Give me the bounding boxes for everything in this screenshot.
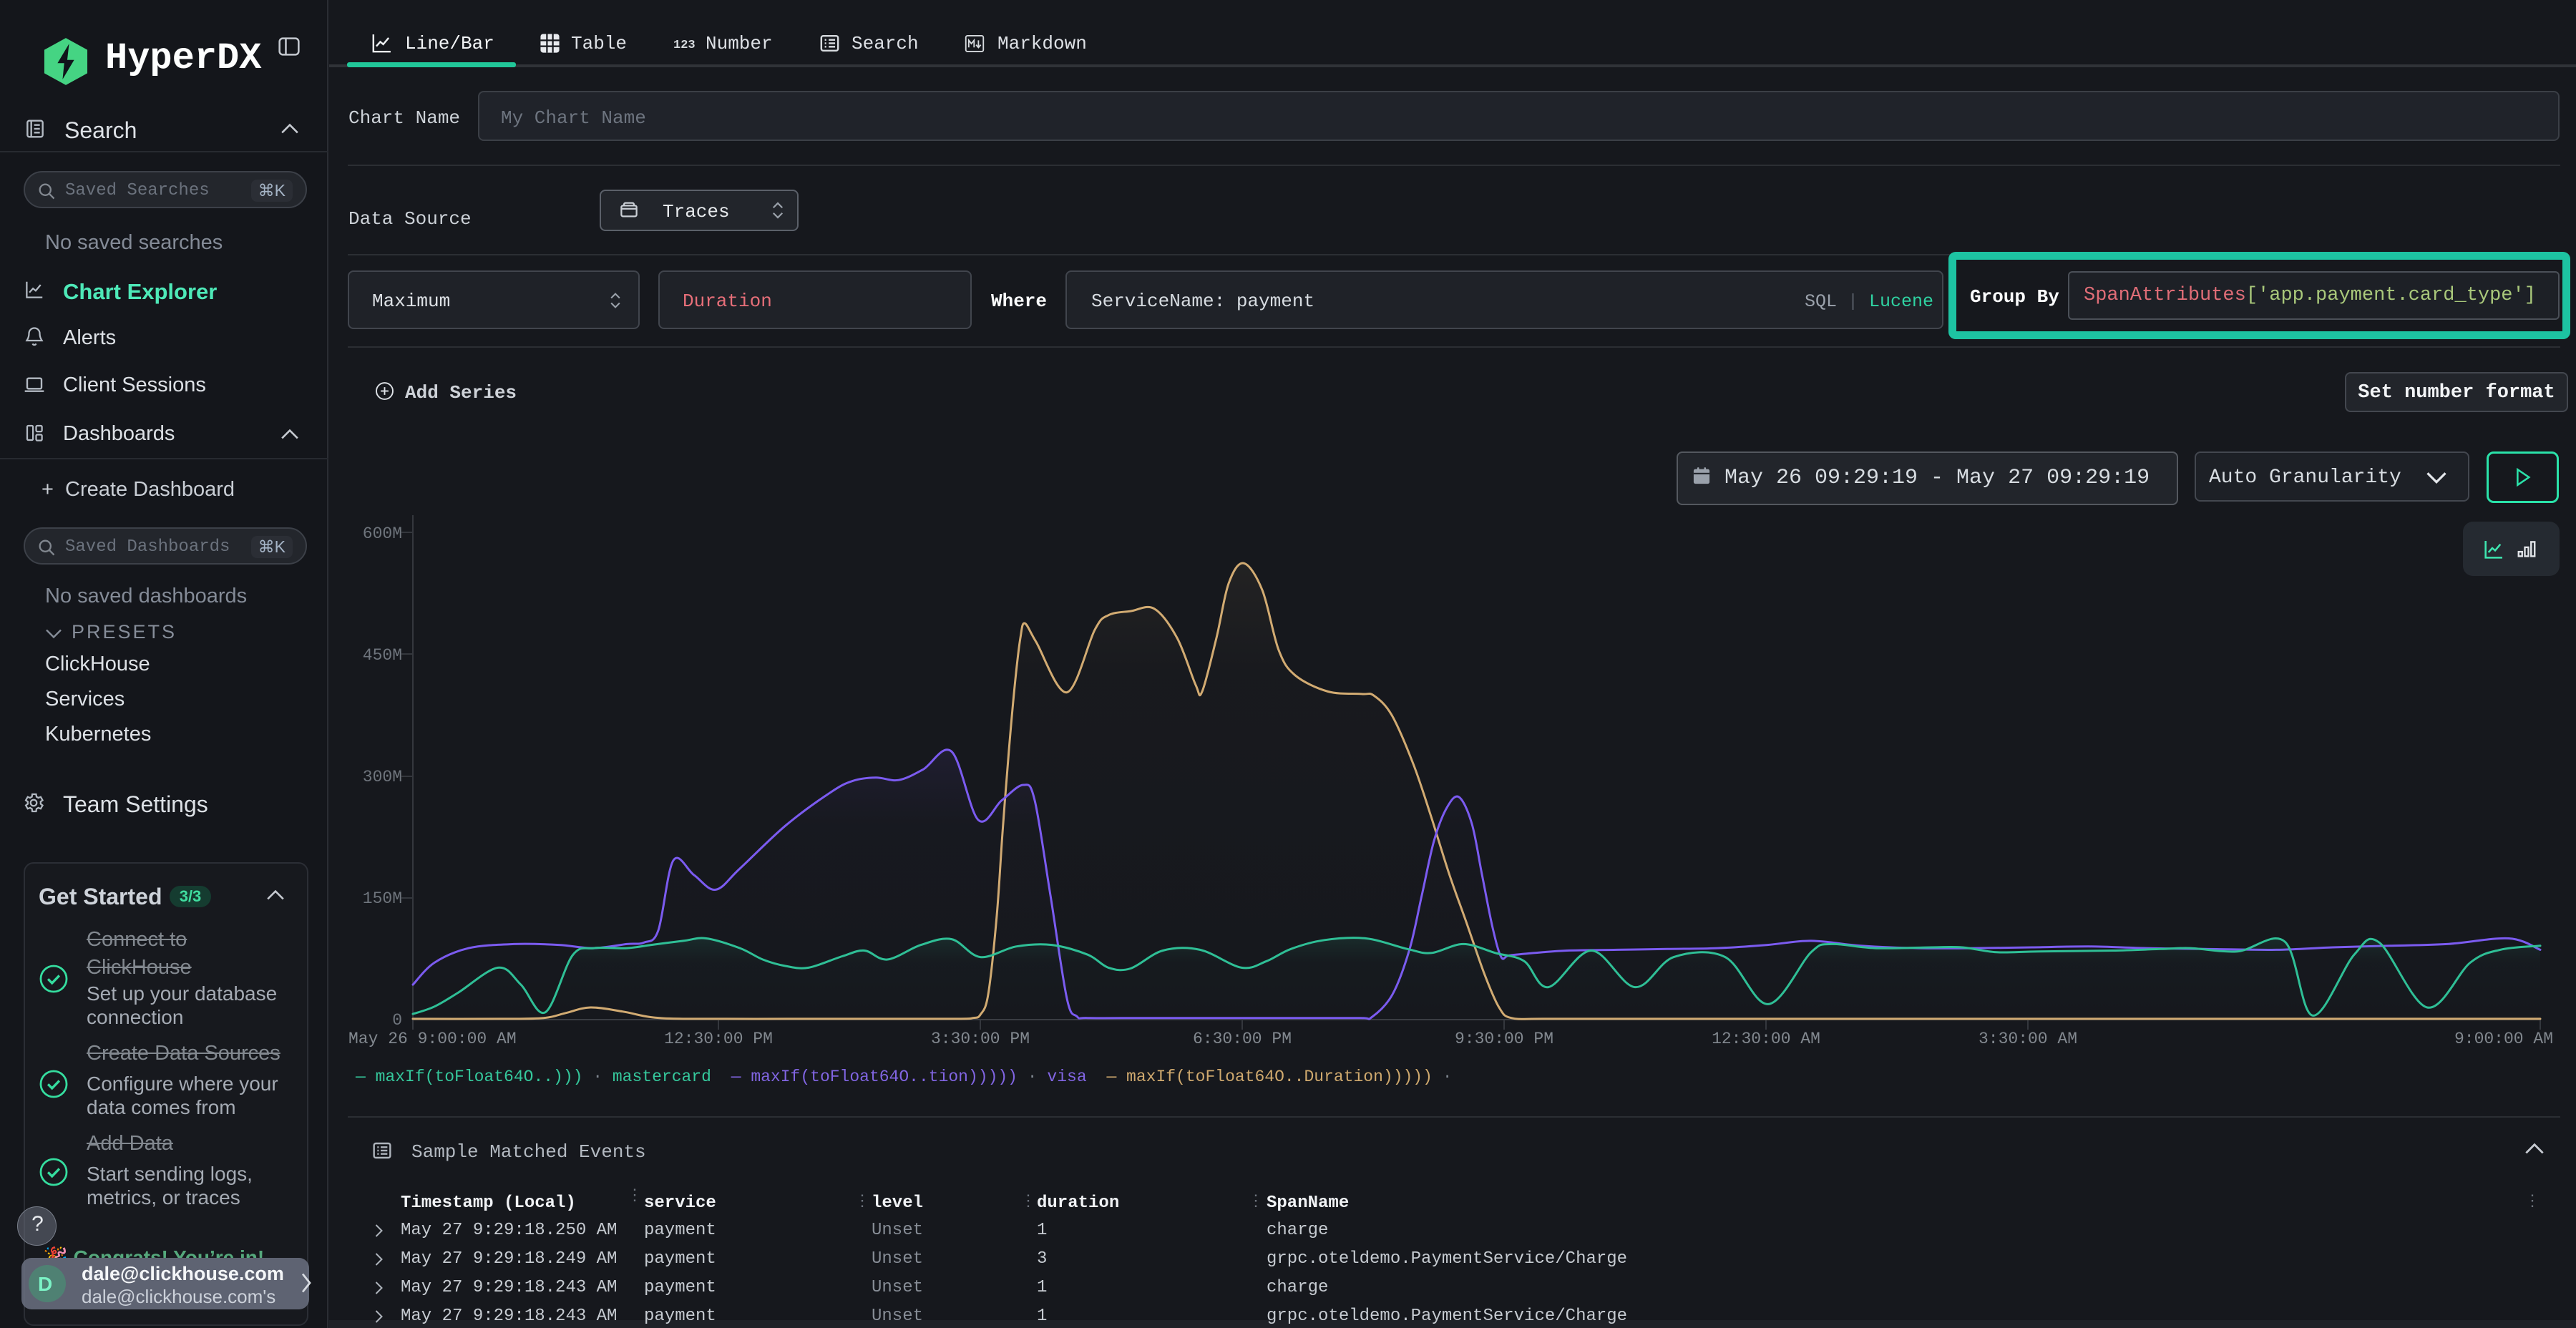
svg-text:3:30:00 AM: 3:30:00 AM	[1979, 1030, 2077, 1048]
svg-text:12:30:00 AM: 12:30:00 AM	[1712, 1030, 1820, 1048]
svg-text:0: 0	[392, 1011, 402, 1030]
svg-text:9:00:00 AM: 9:00:00 AM	[2454, 1030, 2553, 1048]
svg-text:300M: 300M	[363, 768, 402, 786]
svg-text:600M: 600M	[363, 524, 402, 543]
svg-text:May 26 9:00:00 AM: May 26 9:00:00 AM	[348, 1030, 517, 1048]
svg-text:12:30:00 PM: 12:30:00 PM	[664, 1030, 773, 1048]
svg-text:6:30:00 PM: 6:30:00 PM	[1193, 1030, 1292, 1048]
svg-text:150M: 150M	[363, 889, 402, 908]
svg-text:450M: 450M	[363, 646, 402, 665]
svg-text:3:30:00 PM: 3:30:00 PM	[931, 1030, 1030, 1048]
svg-text:9:30:00 PM: 9:30:00 PM	[1455, 1030, 1553, 1048]
